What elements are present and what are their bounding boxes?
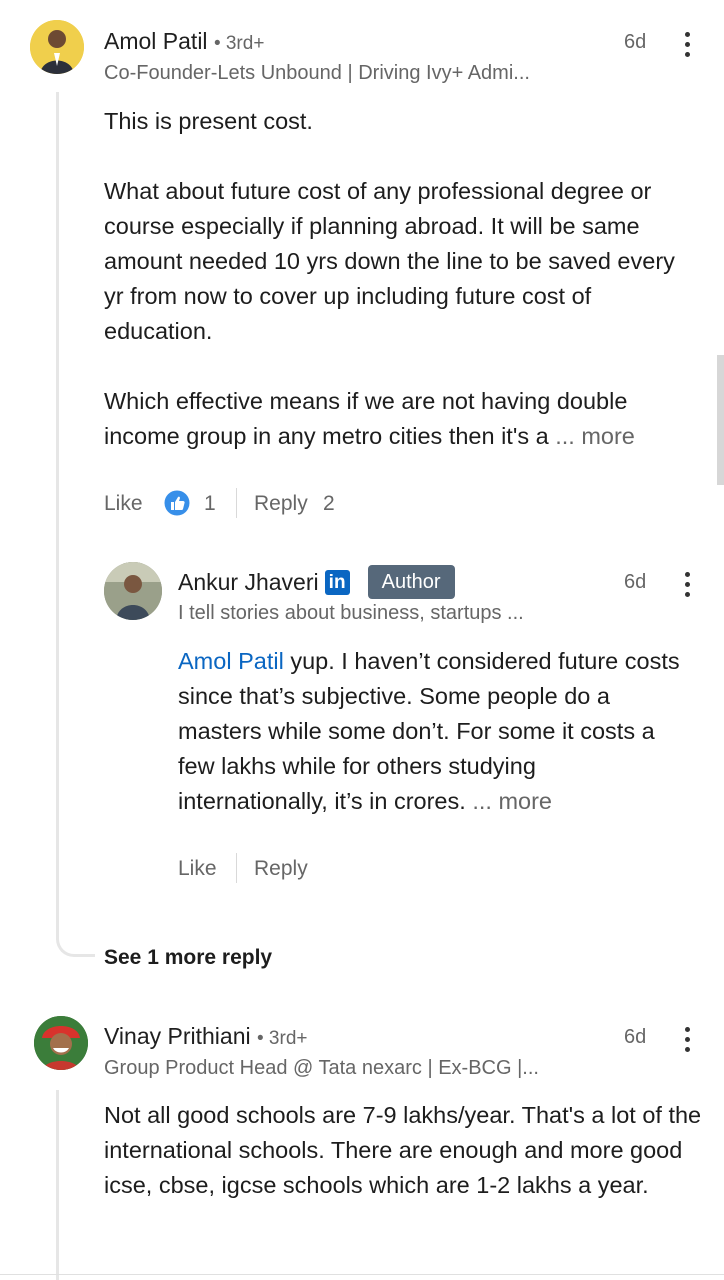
avatar-photo	[30, 20, 84, 74]
thread-line-curve	[56, 930, 95, 957]
see-more-replies-link[interactable]: See 1 more reply	[104, 946, 272, 970]
more-options-icon[interactable]	[672, 564, 702, 604]
avatar[interactable]	[34, 1016, 88, 1070]
reply-body: Amol Patil yup. I haven’t considered fut…	[178, 644, 688, 819]
see-more-link[interactable]: ... more	[555, 423, 635, 449]
bottom-divider	[0, 1274, 724, 1275]
thread-line	[56, 1090, 59, 1280]
comment-timestamp: 6d	[624, 31, 647, 53]
author-name-text[interactable]: Amol Patil	[104, 28, 208, 54]
more-options-icon[interactable]	[672, 24, 702, 64]
comment-paragraph-text: Which effective means if we are not havi…	[104, 388, 628, 449]
comment-paragraph: This is present cost.	[104, 108, 313, 134]
avatar[interactable]	[30, 20, 84, 74]
action-divider	[236, 488, 237, 518]
reply-avatar[interactable]	[104, 562, 162, 620]
like-button[interactable]: Like	[104, 492, 143, 516]
thread-line	[56, 92, 59, 940]
reply-reply-button[interactable]: Reply	[254, 857, 308, 881]
see-more-link[interactable]: ... more	[472, 788, 552, 814]
comment-author-headline: Group Product Head @ Tata nexarc | Ex-BC…	[104, 1057, 539, 1079]
comment-paragraph: Which effective means if we are not havi…	[104, 384, 700, 454]
reply-button[interactable]: Reply	[254, 492, 308, 516]
avatar-photo	[34, 1016, 88, 1070]
comment-paragraph: Not all good schools are 7-9 lakhs/year.…	[104, 1102, 702, 1198]
connection-degree: • 3rd+	[213, 33, 265, 54]
reply-like-button[interactable]: Like	[178, 857, 217, 881]
linkedin-icon: in	[324, 569, 350, 595]
comment-author-name[interactable]: Vinay Prithiani • 3rd+	[104, 1023, 308, 1050]
reply-count[interactable]: 2	[323, 492, 335, 516]
reply-header: Ankur Jhaveri in Author	[178, 565, 455, 599]
reply-timestamp: 6d	[624, 571, 647, 593]
action-divider	[236, 853, 237, 883]
avatar-photo	[104, 562, 162, 620]
mention-link[interactable]: Amol Patil	[178, 648, 284, 674]
comment-body: This is present cost. What about future …	[104, 104, 700, 454]
reply-author-name[interactable]: Ankur Jhaveri	[178, 569, 319, 596]
author-badge: Author	[367, 565, 455, 599]
scrollbar-thumb[interactable]	[717, 355, 724, 485]
like-count[interactable]: 1	[204, 492, 216, 516]
like-reaction-icon	[163, 489, 191, 517]
comment-author-headline: Co-Founder-Lets Unbound | Driving Ivy+ A…	[104, 62, 530, 84]
comment-body: Not all good schools are 7-9 lakhs/year.…	[104, 1098, 704, 1203]
comment-timestamp: 6d	[624, 1026, 647, 1048]
comment-author-name[interactable]: Amol Patil • 3rd+	[104, 28, 264, 55]
connection-degree: • 3rd+	[257, 1028, 308, 1049]
reply-author-headline: I tell stories about business, startups …	[178, 602, 524, 624]
author-name-text[interactable]: Vinay Prithiani	[104, 1023, 251, 1049]
comment-paragraph: What about future cost of any profession…	[104, 178, 675, 344]
more-options-icon[interactable]	[672, 1019, 702, 1059]
